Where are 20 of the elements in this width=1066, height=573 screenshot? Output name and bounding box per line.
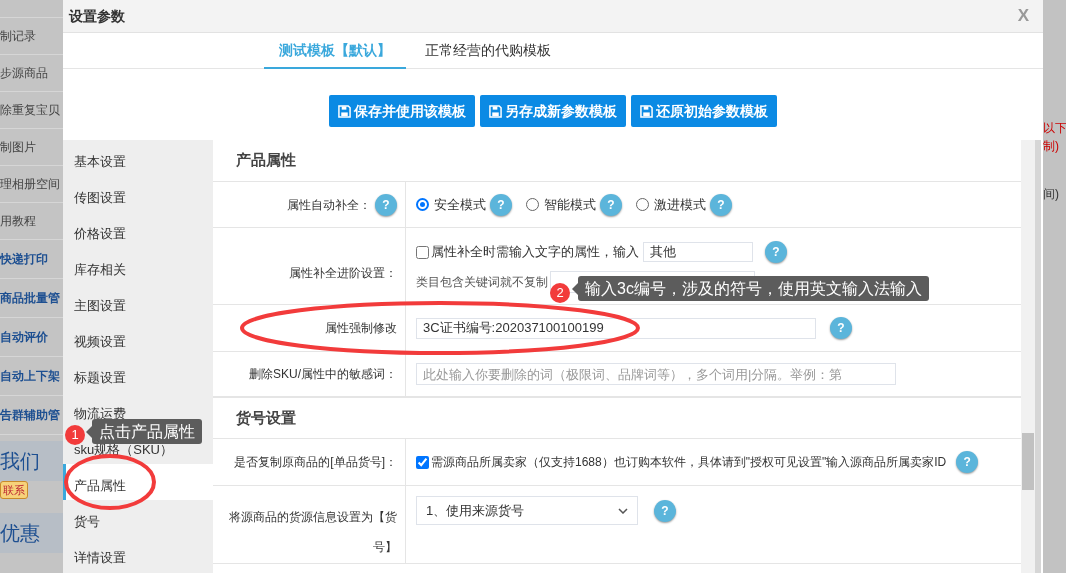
option-label: 需源商品所属卖家（仅支持1688）也订购本软件，具体请到"授权可见设置"输入源商品所属卖家ID bbox=[431, 454, 947, 471]
field-label: 属性补全进阶设置： bbox=[289, 265, 397, 282]
menu-text: 间) bbox=[1043, 186, 1060, 203]
menu-text: 制) bbox=[1043, 138, 1060, 155]
tooltip: 点击产品属性 bbox=[92, 419, 202, 444]
field-label: 属性自动补全： ? bbox=[287, 189, 397, 220]
tooltip: 输入3c编号，涉及的符号，使用英文输入法输入 bbox=[578, 276, 929, 301]
section-title: 产品属性 bbox=[236, 150, 296, 171]
field-label: 将源商品的货源信息设置为【货号】 bbox=[228, 508, 397, 556]
option-label: 智能模式 bbox=[544, 195, 596, 214]
field-label: 类目包含关键词就不复制 bbox=[416, 274, 548, 291]
option-label: 安全模式 bbox=[434, 195, 486, 214]
field-label: 属性强制修改 bbox=[325, 320, 397, 337]
dialog-title: 设置参数 bbox=[69, 6, 125, 26]
field-label: 删除SKU/属性中的敏感词： bbox=[249, 366, 397, 383]
option-label: 激进模式 bbox=[654, 195, 706, 214]
option-label: 属性补全时需输入文字的属性，输入 bbox=[431, 243, 639, 262]
menu-text: 以下 bbox=[1043, 120, 1066, 137]
field-label: 是否复制原商品的[单品货号]： bbox=[234, 454, 397, 471]
section-title: 货号设置 bbox=[236, 407, 296, 428]
